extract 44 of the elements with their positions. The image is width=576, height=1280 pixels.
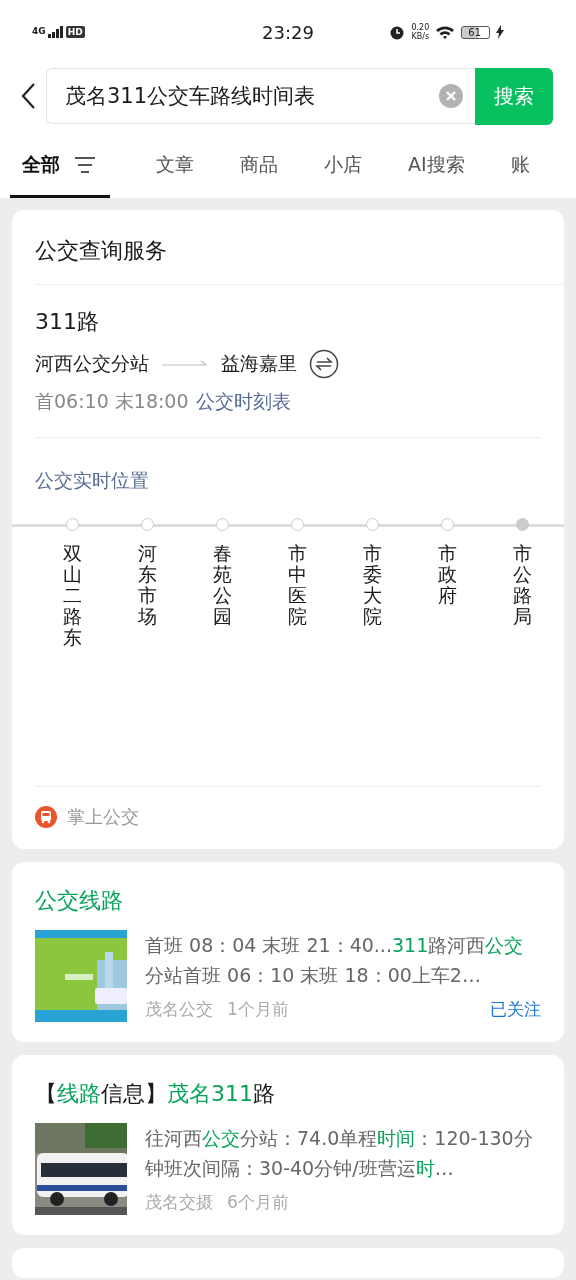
- search-field[interactable]: 茂名311公交车路线时间表: [46, 68, 475, 124]
- post-age: 1个月前: [227, 998, 289, 1021]
- service-hours: 首06:10 末18:00: [35, 389, 189, 414]
- stop-name[interactable]: 河东市场: [138, 543, 157, 627]
- card-title: 公交查询服务: [35, 237, 168, 265]
- tab[interactable]: 文章: [156, 134, 194, 198]
- stop-name[interactable]: 市委大院: [363, 543, 382, 627]
- stop-name[interactable]: 市中医院: [288, 543, 307, 627]
- stop-name[interactable]: 春苑公园: [213, 543, 232, 627]
- route-name: 311路: [35, 308, 100, 336]
- stop-name[interactable]: 双山二路东: [63, 543, 82, 648]
- post-age: 6个月前: [227, 1191, 289, 1214]
- realtime-link[interactable]: 公交实时位置: [35, 468, 149, 494]
- signal-icon: [47, 26, 64, 38]
- result-card[interactable]: 【线路信息】茂名311路 往河西公交分站：74.0单程时间：120-130分钟班次间隔：30-40分钟/班营运时… 茂名交摄 6个月前: [12, 1055, 564, 1235]
- filter-icon[interactable]: [74, 155, 96, 174]
- stop-name[interactable]: 市公路局: [513, 543, 532, 627]
- wifi-icon: [435, 24, 456, 40]
- destination-stop: 益海嘉里: [221, 351, 297, 376]
- speed-value: 0.20: [411, 23, 430, 32]
- followed-label[interactable]: 已关注: [490, 998, 541, 1021]
- charging-icon: [496, 25, 504, 39]
- stop-name[interactable]: 市政府: [438, 543, 457, 606]
- tab[interactable]: AI搜索: [408, 134, 465, 198]
- bus-icon: [35, 806, 57, 828]
- clock-time: 23:29: [262, 21, 314, 43]
- back-icon[interactable]: [20, 82, 36, 110]
- result-card[interactable]: 公交线路 首班 08：04 末班 21：40...311路河西公交 分站首班 06：10 末班 18：00上车2… 茂名公交 1个月前 已关注: [12, 862, 564, 1042]
- hd-badge: HD: [65, 26, 85, 38]
- origin-stop: 河西公交分站: [35, 351, 149, 376]
- tab[interactable]: 商品: [240, 134, 278, 198]
- network-label: 4G: [32, 26, 46, 36]
- battery-level: 61: [461, 25, 490, 39]
- alarm-icon: [389, 24, 406, 40]
- result-title[interactable]: 【线路信息】茂名311路: [35, 1055, 541, 1123]
- source-name: 掌上公交: [67, 805, 139, 829]
- swap-icon[interactable]: [309, 349, 339, 379]
- tab[interactable]: 账: [510, 134, 530, 198]
- result-snippet: 往河西公交分站：74.0单程时间：120-130分钟班次间隔：30-40分钟/班营运时…: [145, 1126, 534, 1181]
- timetable-link[interactable]: 公交时刻表: [195, 389, 291, 415]
- tab[interactable]: 全部: [10, 134, 110, 198]
- result-snippet: 首班 08：04 末班 21：40...311路河西公交 分站首班 06：10 末班 18：00上车2…: [145, 933, 525, 988]
- speed-unit: KB/s: [411, 32, 430, 41]
- tab[interactable]: 小店: [324, 134, 362, 198]
